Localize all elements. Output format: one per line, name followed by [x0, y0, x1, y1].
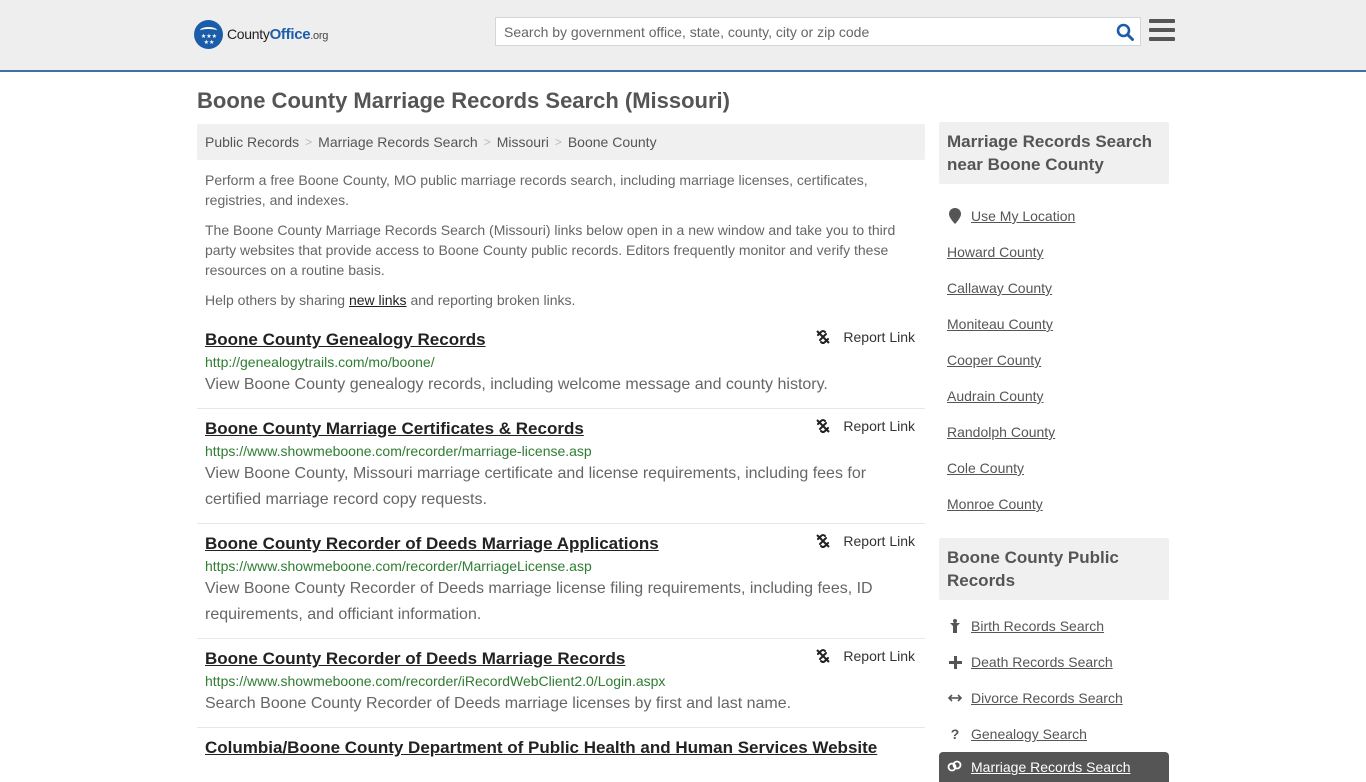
nearby-county-item: Cooper County	[947, 342, 1161, 378]
entry-title-link[interactable]: Columbia/Boone County Department of Publ…	[205, 736, 877, 760]
entry-url[interactable]: http://genealogytrails.com/mo/boone/	[205, 352, 917, 372]
use-my-location-item: Use My Location	[947, 198, 1161, 234]
sidebar-item-death-records: Death Records Search	[947, 644, 1161, 680]
record-link-entry: Boone County Marriage Certificates & Rec…	[197, 409, 925, 524]
new-links-link[interactable]: new links	[349, 292, 407, 308]
report-link-button[interactable]: Report Link	[815, 532, 915, 550]
county-link[interactable]: Monroe County	[947, 496, 1043, 512]
breadcrumb-separator: >	[305, 135, 313, 149]
site-logo[interactable]: ★★★ ★★ CountyOffice.org	[194, 20, 328, 49]
search-box	[495, 17, 1141, 46]
search-button[interactable]	[1110, 18, 1140, 45]
divorce-records-link[interactable]: Divorce Records Search	[971, 690, 1123, 706]
intro-paragraph: Perform a free Boone County, MO public m…	[205, 172, 868, 208]
sidebar-item-genealogy: ? Genealogy Search	[947, 716, 1161, 752]
entry-description: View Boone County Recorder of Deeds marr…	[205, 580, 873, 623]
entry-title-link[interactable]: Boone County Genealogy Records	[205, 328, 486, 352]
sidebar-item-marriage-records-active[interactable]: Marriage Records Search	[939, 752, 1169, 782]
county-link[interactable]: Callaway County	[947, 280, 1052, 296]
logo-text: CountyOffice.org	[227, 26, 329, 43]
entry-description: View Boone County, Missouri marriage cer…	[205, 465, 867, 508]
broken-link-icon	[816, 534, 831, 548]
nearby-county-item: Moniteau County	[947, 306, 1161, 342]
rings-icon	[947, 759, 963, 775]
death-records-link[interactable]: Death Records Search	[971, 654, 1113, 670]
eagle-logo-icon: ★★★ ★★	[194, 20, 223, 49]
county-link[interactable]: Howard County	[947, 244, 1044, 260]
marriage-records-link[interactable]: Marriage Records Search	[971, 759, 1131, 775]
nearby-county-item: Callaway County	[947, 270, 1161, 306]
entry-description: View Boone County genealogy records, inc…	[205, 376, 828, 393]
breadcrumb: Public Records > Marriage Records Search…	[197, 124, 925, 160]
report-link-button[interactable]: Report Link	[815, 417, 915, 435]
plus-icon	[947, 655, 963, 669]
site-header: ★★★ ★★ CountyOffice.org	[0, 0, 1366, 72]
map-marker-icon	[947, 208, 963, 224]
report-link-button[interactable]: Report Link	[815, 647, 915, 665]
sidebar-item-birth-records: Birth Records Search	[947, 608, 1161, 644]
birth-records-link[interactable]: Birth Records Search	[971, 618, 1104, 634]
nearby-heading: Marriage Records Search near Boone Count…	[939, 122, 1169, 184]
breadcrumb-separator: >	[483, 135, 491, 149]
broken-link-icon	[816, 649, 831, 663]
nearby-counties-list: Use My Location Howard County Callaway C…	[939, 184, 1169, 532]
breadcrumb-missouri[interactable]: Missouri	[497, 134, 549, 150]
use-my-location-link[interactable]: Use My Location	[971, 208, 1075, 224]
entry-title-link[interactable]: Boone County Marriage Certificates & Rec…	[205, 417, 584, 441]
entry-url[interactable]: https://www.showmeboone.com/recorder/iRe…	[205, 671, 917, 691]
public-records-heading: Boone County Public Records	[939, 538, 1169, 600]
search-icon	[1116, 23, 1134, 41]
breadcrumb-separator: >	[554, 135, 562, 149]
county-link[interactable]: Randolph County	[947, 424, 1055, 440]
nearby-county-item: Cole County	[947, 450, 1161, 486]
county-link[interactable]: Cole County	[947, 460, 1024, 476]
county-link[interactable]: Moniteau County	[947, 316, 1053, 332]
record-link-entry: Columbia/Boone County Department of Publ…	[197, 728, 925, 770]
search-input[interactable]	[496, 18, 1110, 45]
public-records-list: Birth Records Search Death Records Searc…	[939, 600, 1169, 752]
record-link-entry: Boone County Recorder of Deeds Marriage …	[197, 524, 925, 639]
page-title: Boone County Marriage Records Search (Mi…	[197, 88, 730, 113]
child-icon	[947, 619, 963, 633]
arrows-icon	[947, 693, 963, 703]
genealogy-link[interactable]: Genealogy Search	[971, 726, 1087, 742]
question-icon: ?	[950, 726, 960, 742]
county-link[interactable]: Cooper County	[947, 352, 1041, 368]
intro-text: Perform a free Boone County, MO public m…	[197, 160, 925, 310]
sidebar: Marriage Records Search near Boone Count…	[939, 122, 1169, 782]
main-content: Public Records > Marriage Records Search…	[197, 124, 925, 770]
county-link[interactable]: Audrain County	[947, 388, 1044, 404]
entry-title-link[interactable]: Boone County Recorder of Deeds Marriage …	[205, 647, 625, 671]
broken-link-icon	[816, 330, 831, 344]
entry-url[interactable]: https://www.showmeboone.com/recorder/mar…	[205, 441, 917, 461]
broken-link-icon	[816, 419, 831, 433]
sidebar-item-divorce-records: Divorce Records Search	[947, 680, 1161, 716]
report-link-button[interactable]: Report Link	[815, 328, 915, 346]
entry-description: Search Boone County Recorder of Deeds ma…	[205, 695, 792, 712]
breadcrumb-boone-county[interactable]: Boone County	[568, 134, 657, 150]
breadcrumb-marriage-records-search[interactable]: Marriage Records Search	[318, 134, 478, 150]
intro-paragraph: The Boone County Marriage Records Search…	[205, 222, 896, 278]
record-link-entry: Boone County Recorder of Deeds Marriage …	[197, 639, 925, 728]
entry-url[interactable]: https://www.showmeboone.com/recorder/Mar…	[205, 556, 917, 576]
record-link-entry: Boone County Genealogy Records Report Li…	[197, 320, 925, 409]
nearby-county-item: Howard County	[947, 234, 1161, 270]
entry-title-link[interactable]: Boone County Recorder of Deeds Marriage …	[205, 532, 659, 556]
nearby-county-item: Monroe County	[947, 486, 1161, 522]
nearby-county-item: Randolph County	[947, 414, 1161, 450]
nearby-county-item: Audrain County	[947, 378, 1161, 414]
share-links-paragraph: Help others by sharing new links and rep…	[205, 292, 576, 308]
breadcrumb-public-records[interactable]: Public Records	[205, 134, 299, 150]
hamburger-menu-icon[interactable]	[1149, 19, 1175, 41]
